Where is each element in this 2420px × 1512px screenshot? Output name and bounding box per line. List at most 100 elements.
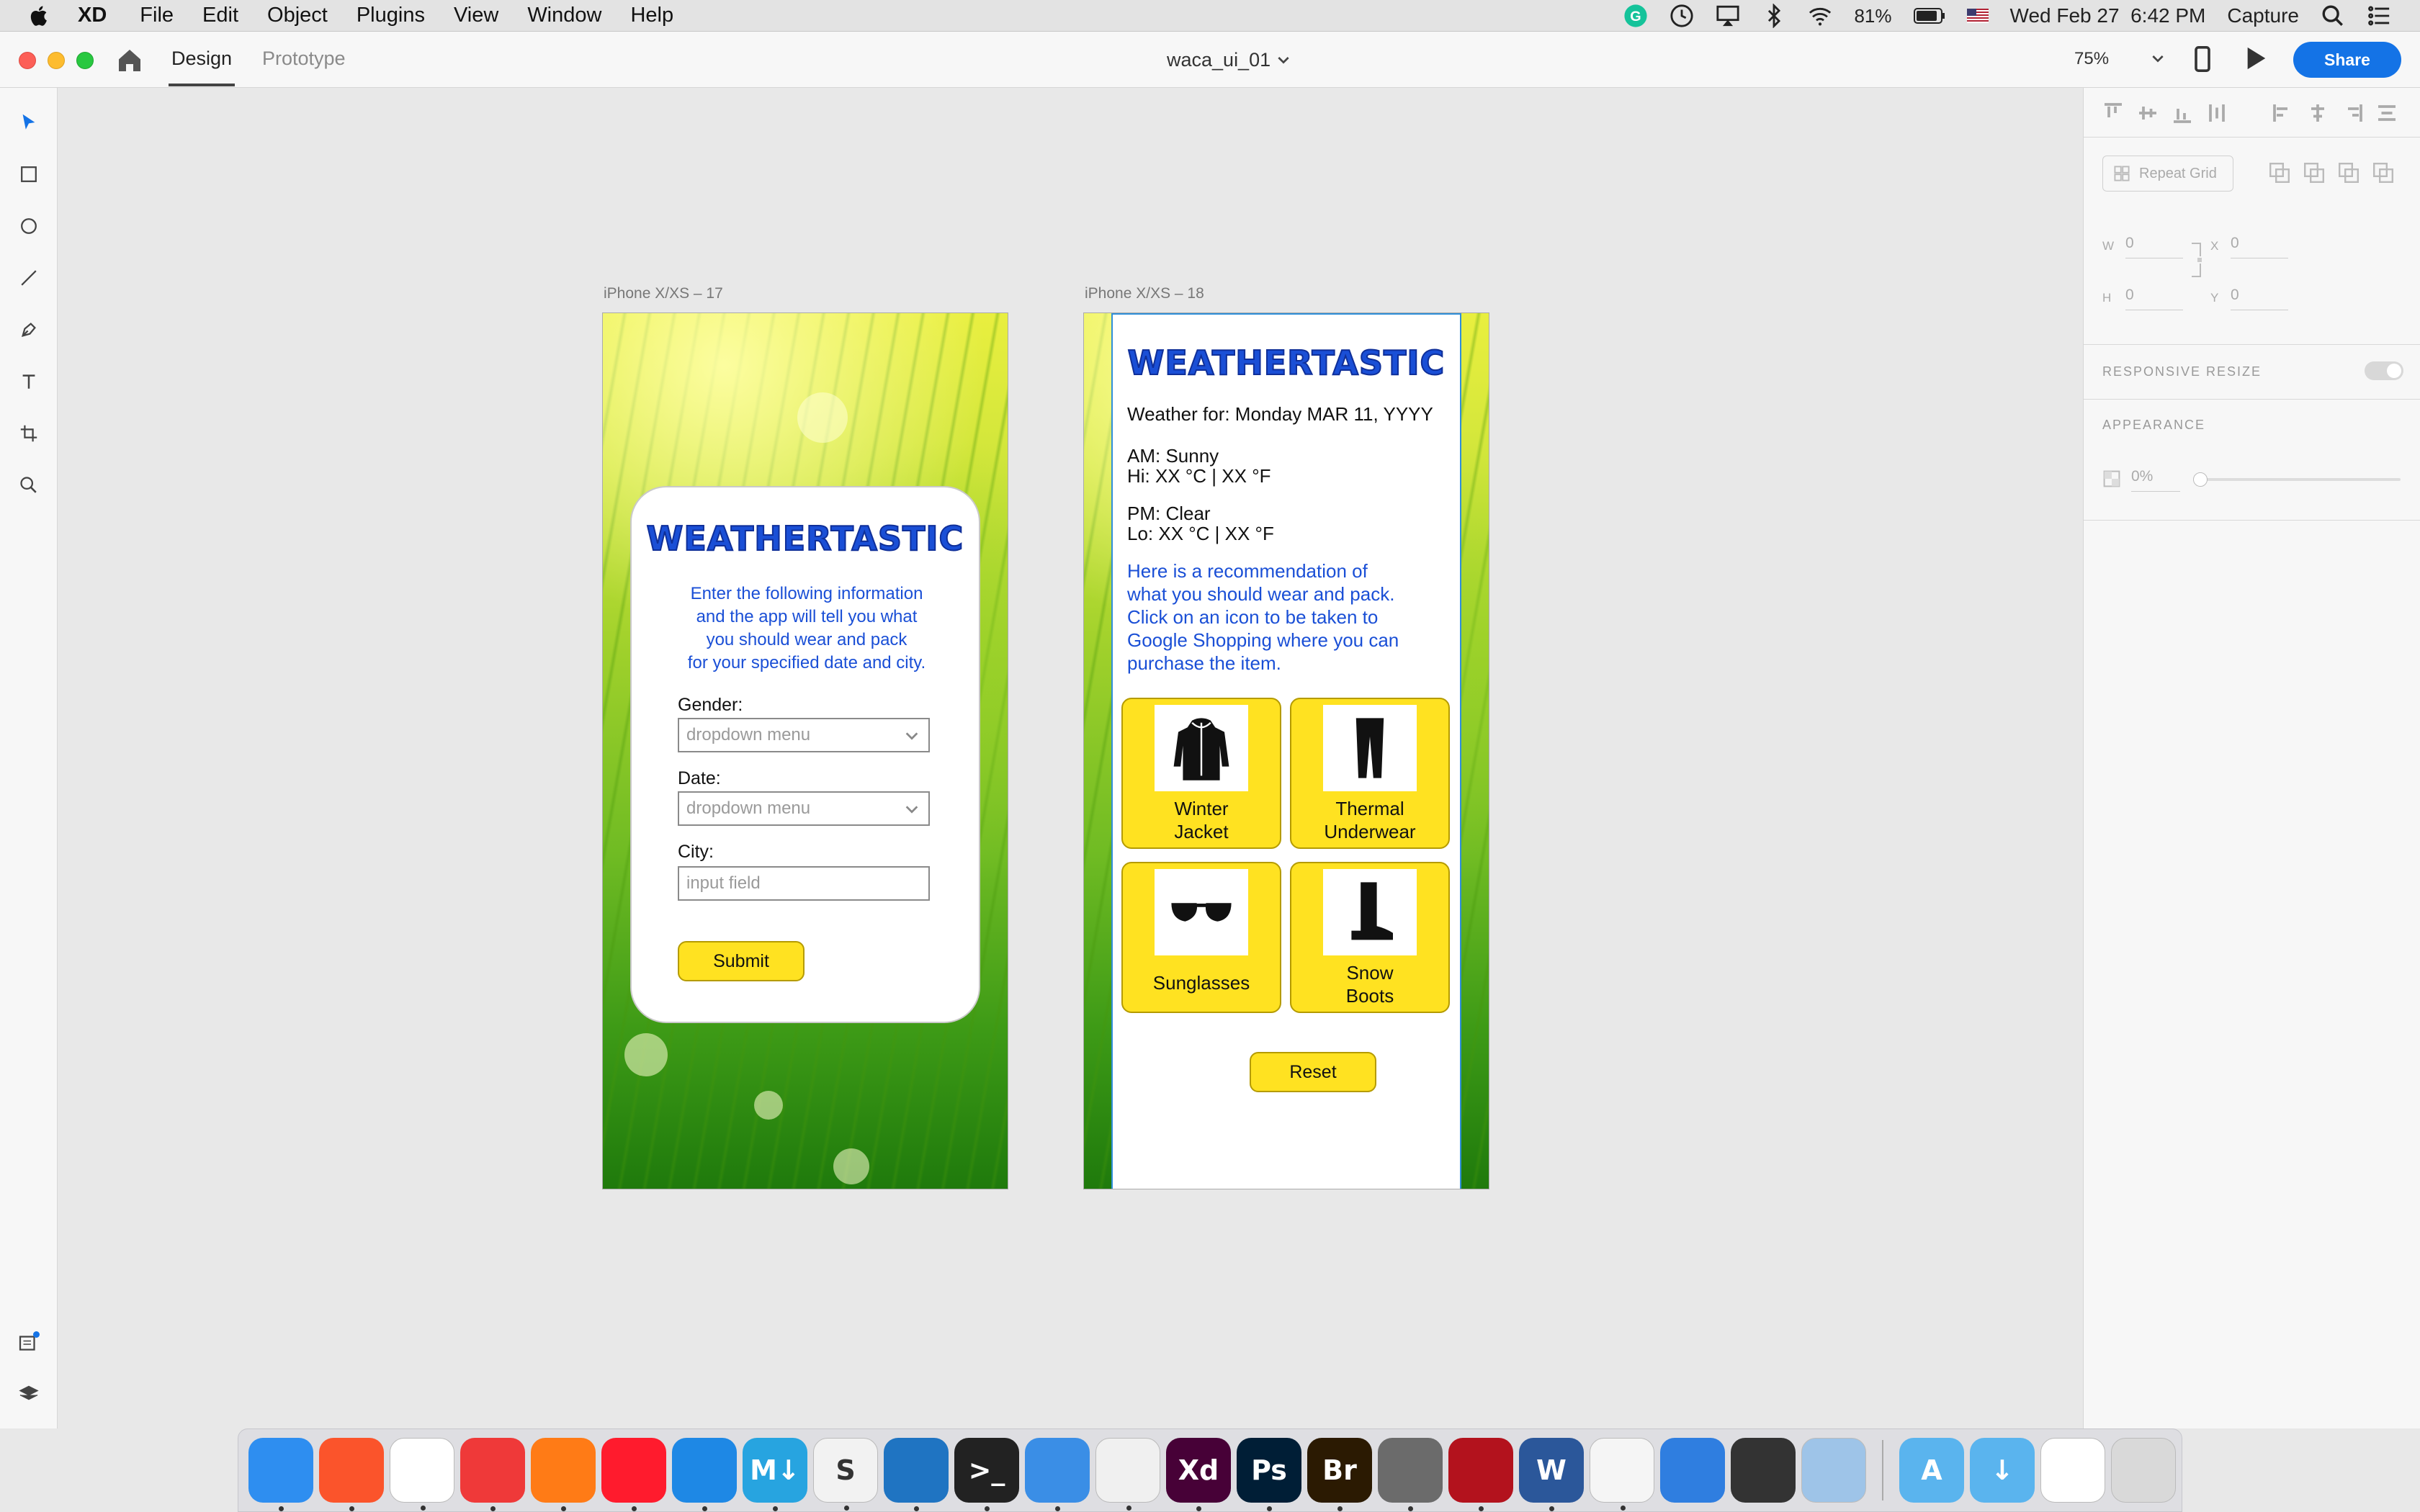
capture-menu[interactable]: Capture [2227,4,2299,27]
menu-view[interactable]: View [454,4,498,27]
us-flag-icon[interactable] [1966,9,1989,23]
document-title[interactable]: waca_ui_01 [1167,49,1289,71]
window-minimize-button[interactable] [48,52,65,69]
bluetooth-icon[interactable] [1762,4,1786,28]
dock-keynote-icon[interactable] [1660,1438,1725,1503]
play-preview-icon[interactable] [2244,46,2267,71]
apple-menu-icon[interactable] [27,4,52,28]
rectangle-tool-icon[interactable] [14,160,43,189]
align-left-icon[interactable] [2272,102,2294,124]
dock-finder-icon[interactable] [248,1438,313,1511]
dock-photoshop-icon[interactable]: Ps [1237,1438,1301,1511]
x-field[interactable]: 0 [2231,235,2288,258]
notification-center-icon[interactable] [2367,4,2391,28]
dock-firefox-icon[interactable] [531,1438,596,1511]
dock-safari-icon[interactable] [672,1438,737,1511]
align-middle-icon[interactable] [2137,102,2159,124]
gender-dropdown[interactable]: dropdown menu [678,718,930,752]
date-dropdown[interactable]: dropdown menu [678,791,930,826]
dock-color-ui-icon[interactable] [1378,1438,1443,1511]
ellipse-tool-icon[interactable] [14,212,43,240]
repeat-grid-button[interactable]: Repeat Grid [2102,156,2233,192]
grammarly-icon[interactable]: G [1623,4,1648,28]
dock-sublime-icon[interactable]: S [813,1438,878,1511]
tab-design[interactable]: Design [171,48,232,70]
dock-bridge-icon[interactable]: Br [1307,1438,1372,1511]
menu-app-name[interactable]: XD [78,4,107,27]
artboard-label-18[interactable]: iPhone X/XS – 18 [1085,285,1204,302]
opacity-slider[interactable] [2199,478,2401,481]
boolean-exclude-icon[interactable] [2372,161,2395,184]
select-tool-icon[interactable] [14,108,43,137]
share-button[interactable]: Share [2293,42,2401,78]
align-center-icon[interactable] [2307,102,2329,124]
tab-prototype[interactable]: Prototype [262,48,346,70]
dock-terminal-icon[interactable]: >_ [954,1438,1019,1511]
submit-button[interactable]: Submit [678,941,805,981]
device-preview-icon[interactable] [2194,46,2211,72]
align-right-icon[interactable] [2341,102,2363,124]
dock-brave-icon[interactable] [319,1438,384,1511]
opacity-field[interactable]: 0% [2131,468,2180,492]
opacity-slider-handle[interactable] [2193,472,2208,487]
dock-vivaldi-icon[interactable] [460,1438,525,1511]
dock-adobe-xd-icon[interactable]: Xd [1166,1438,1231,1511]
dock-applications-folder-icon[interactable]: A [1899,1438,1964,1503]
responsive-resize-toggle[interactable] [2365,361,2403,380]
airplay-icon[interactable] [1716,4,1740,28]
item-thermal-underwear[interactable]: Thermal Underwear [1290,698,1450,849]
dock-chrome-icon[interactable] [390,1438,454,1511]
dock-photo-booth-icon[interactable] [1448,1438,1513,1511]
item-snow-boots[interactable]: Snow Boots [1290,862,1450,1013]
item-winter-jacket[interactable]: Winter Jacket [1121,698,1281,849]
dock-xcode-icon[interactable] [1025,1438,1090,1511]
dock-markdown-icon[interactable]: M↓ [743,1438,807,1511]
lock-aspect-icon[interactable] [2190,242,2202,278]
clock-icon[interactable] [1670,4,1694,28]
boolean-intersect-icon[interactable] [2337,161,2360,184]
dock-vscode-icon[interactable] [884,1438,949,1511]
align-top-icon[interactable] [2102,102,2124,124]
window-zoom-button[interactable] [76,52,94,69]
assets-panel-icon[interactable] [14,1328,43,1356]
width-field[interactable]: 0 [2125,235,2183,258]
window-close-button[interactable] [19,52,36,69]
dock-trash-icon[interactable] [2111,1438,2176,1503]
artboard-iphone-17[interactable]: WEATHERTASTIC Enter the following inform… [602,312,1008,1189]
menu-object[interactable]: Object [267,4,328,27]
home-icon[interactable] [115,46,144,75]
artboard-iphone-18[interactable]: WEATHERTASTIC Weather for: Monday MAR 11… [1083,312,1489,1189]
artboard-label-17[interactable]: iPhone X/XS – 17 [604,285,723,302]
wifi-icon[interactable] [1808,4,1832,28]
spotlight-search-icon[interactable] [2321,4,2345,28]
city-input[interactable]: input field [678,866,930,901]
menu-edit[interactable]: Edit [202,4,238,27]
layers-panel-icon[interactable] [14,1380,43,1408]
dock-downloads-folder-icon[interactable]: ↓ [1970,1438,2035,1503]
item-sunglasses[interactable]: Sunglasses [1121,862,1281,1013]
y-field[interactable]: 0 [2231,287,2288,310]
text-tool-icon[interactable] [14,367,43,396]
menu-help[interactable]: Help [630,4,673,27]
artboard-tool-icon[interactable] [14,419,43,448]
align-bottom-icon[interactable] [2172,102,2193,124]
design-canvas[interactable]: iPhone X/XS – 17 WEATHERTASTIC Enter the… [58,88,2083,1428]
boolean-subtract-icon[interactable] [2303,161,2326,184]
boolean-add-icon[interactable] [2268,161,2291,184]
battery-icon[interactable] [1913,8,1945,24]
dock-calculator-icon[interactable] [1731,1438,1796,1503]
dock-preview-icon[interactable] [1801,1438,1866,1503]
zoom-dropdown[interactable]: 75% [2074,49,2164,69]
dock-time-machine-icon[interactable] [1095,1438,1160,1511]
reset-button[interactable]: Reset [1250,1052,1376,1092]
height-field[interactable]: 0 [2125,287,2183,310]
dock-word-icon[interactable]: W [1519,1438,1584,1511]
dock-screenshot-stack-icon[interactable] [2040,1438,2105,1503]
distribute-horizontal-icon[interactable] [2376,102,2398,124]
menu-window[interactable]: Window [527,4,601,27]
pen-tool-icon[interactable] [14,315,43,344]
dock-text-edit-icon[interactable] [1590,1438,1654,1511]
menubar-datetime[interactable]: Wed Feb 27 6:42 PM [2010,4,2206,27]
distribute-vertical-icon[interactable] [2206,102,2228,124]
menu-file[interactable]: File [140,4,174,27]
